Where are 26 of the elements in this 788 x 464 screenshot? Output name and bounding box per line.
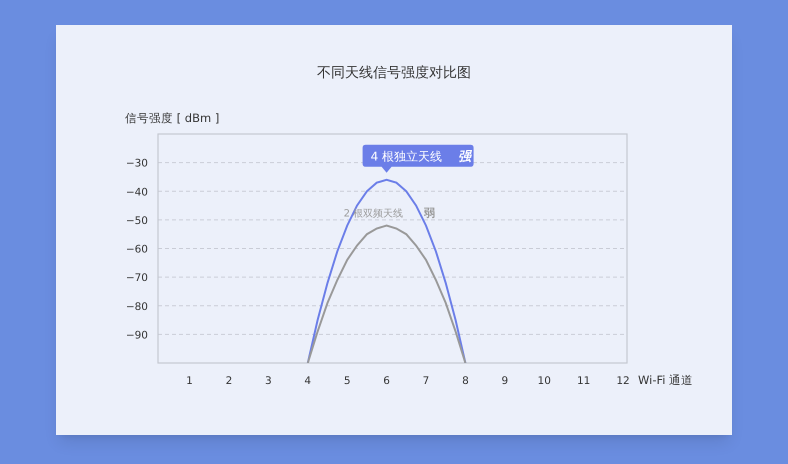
x-tick-label: 9 xyxy=(501,375,508,387)
x-tick-label: 5 xyxy=(344,375,351,387)
series-label: 2 根双频天线 xyxy=(344,208,404,220)
annotation-text: 弱 xyxy=(424,206,436,220)
x-tick-label: 4 xyxy=(304,375,312,387)
x-axis-title: Wi-Fi 通道 xyxy=(638,373,694,387)
x-tick-label: 12 xyxy=(616,375,630,387)
y-tick-label: −40 xyxy=(126,186,148,198)
y-tick-label: −70 xyxy=(126,272,148,284)
x-tick-label: 3 xyxy=(265,375,272,387)
x-tick-label: 2 xyxy=(226,375,232,387)
y-tick-label: −50 xyxy=(126,214,148,227)
annotation-text: 强 xyxy=(458,149,472,164)
y-tick-label: −60 xyxy=(126,244,148,256)
y-axis-title: 信号强度 [ dBm ] xyxy=(125,111,220,125)
series-label: 4 根独立天线 xyxy=(370,149,442,164)
x-tick-label: 7 xyxy=(422,375,430,387)
x-tick-label: 11 xyxy=(576,375,590,387)
x-tick-label: 10 xyxy=(538,375,551,387)
x-tick-label: 8 xyxy=(462,375,469,387)
y-tick-label: −80 xyxy=(126,300,148,313)
x-tick-label: 6 xyxy=(383,375,390,387)
y-tick-label: −90 xyxy=(126,329,148,342)
chart-title: 不同天线信号强度对比图 xyxy=(317,64,471,83)
y-tick-label: −30 xyxy=(126,158,148,170)
x-tick-label: 1 xyxy=(186,375,193,387)
